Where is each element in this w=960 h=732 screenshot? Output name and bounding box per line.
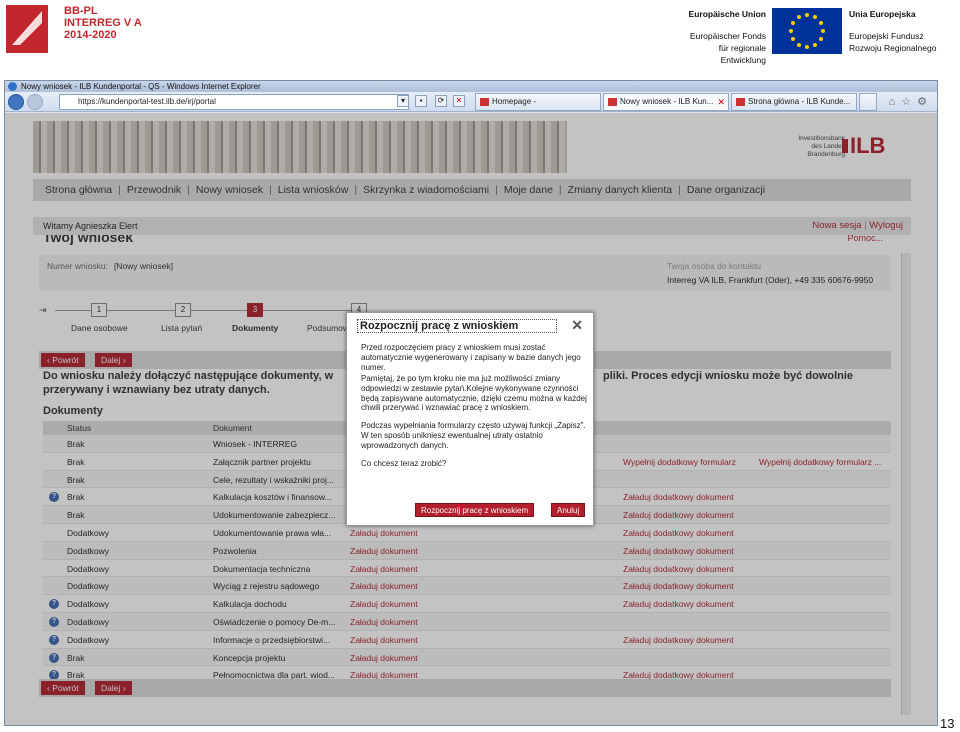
eu-flag-icon: [772, 8, 842, 54]
new-tab-button[interactable]: [859, 93, 877, 111]
dialog-paragraph-2: Pamiętaj, że po tym kroku nie ma już moż…: [361, 373, 587, 413]
interreg-logo-text: BB-PL INTERREG V A 2014-2020: [64, 5, 142, 41]
start-application-dialog: Rozpocznij pracę z wnioskiem ✕ Przed roz…: [346, 312, 594, 526]
browser-tool-icons: ⌂☆⚙: [889, 95, 933, 108]
slide-header: BB-PL INTERREG V A 2014-2020 Europäische…: [0, 0, 960, 72]
tab-label: Strona główna - ILB Kunde...: [748, 97, 851, 106]
close-tab-icon[interactable]: ✕: [717, 94, 725, 110]
cancel-button[interactable]: Anuluj: [551, 503, 586, 517]
start-application-button[interactable]: Rozpocznij pracę z wnioskiem: [415, 503, 535, 517]
dialog-title: Rozpocznij pracę z wnioskiem: [357, 319, 557, 333]
address-bar[interactable]: https://kundenportal-test.ilb.de/irj/por…: [59, 94, 409, 110]
dialog-body: Przed rozpoczęciem pracy z wnioskiem mus…: [361, 343, 587, 477]
search-dropdown-icon[interactable]: ▾: [397, 95, 409, 107]
tab-label: Homepage -: [492, 97, 537, 106]
url-text: https://kundenportal-test.ilb.de/irj/por…: [78, 97, 216, 106]
tab-homepage[interactable]: Homepage -: [475, 93, 601, 111]
forward-arrow-icon[interactable]: [27, 94, 43, 110]
back-arrow-icon[interactable]: [8, 94, 24, 110]
ie-logo-icon: [8, 82, 17, 91]
window-title: Nowy wniosek - ILB Kundenportal - QS - W…: [21, 82, 261, 91]
dialog-question: Co chcesz teraz zrobić?: [361, 459, 447, 469]
tab-nowy-wniosek[interactable]: Nowy wniosek - ILB Kun... ✕: [603, 93, 729, 111]
interreg-logo-icon: [6, 5, 48, 53]
eu-text-de: Europäische Union Europäischer Fonds für…: [688, 9, 766, 65]
tab-label: Nowy wniosek - ILB Kun...: [620, 97, 714, 106]
dialog-paragraph-3: Podczas wypełniania formularzy często uż…: [361, 421, 586, 451]
page-favicon-icon: [480, 98, 489, 106]
lock-icon[interactable]: ▪: [415, 95, 427, 107]
refresh-icon[interactable]: ⟳: [435, 95, 447, 107]
tab-strona-glowna[interactable]: Strona główna - ILB Kunde...: [731, 93, 857, 111]
page-favicon-icon: [608, 98, 617, 106]
close-icon[interactable]: ✕: [571, 317, 583, 334]
stop-icon[interactable]: ✕: [453, 95, 465, 107]
gear-icon[interactable]: ⚙: [917, 96, 933, 108]
window-titlebar: Nowy wniosek - ILB Kundenportal - QS - W…: [5, 81, 937, 92]
favorites-star-icon[interactable]: ☆: [901, 96, 917, 108]
dialog-paragraph-1: Przed rozpoczęciem pracy z wnioskiem mus…: [361, 343, 581, 372]
browser-navbar: https://kundenportal-test.ilb.de/irj/por…: [5, 92, 937, 112]
home-icon[interactable]: ⌂: [889, 96, 902, 108]
slide-page-number: 13: [940, 716, 955, 731]
page-favicon-icon: [736, 98, 745, 106]
eu-text-pl: Unia Europejska Europejski Fundusz Rozwo…: [849, 9, 937, 53]
